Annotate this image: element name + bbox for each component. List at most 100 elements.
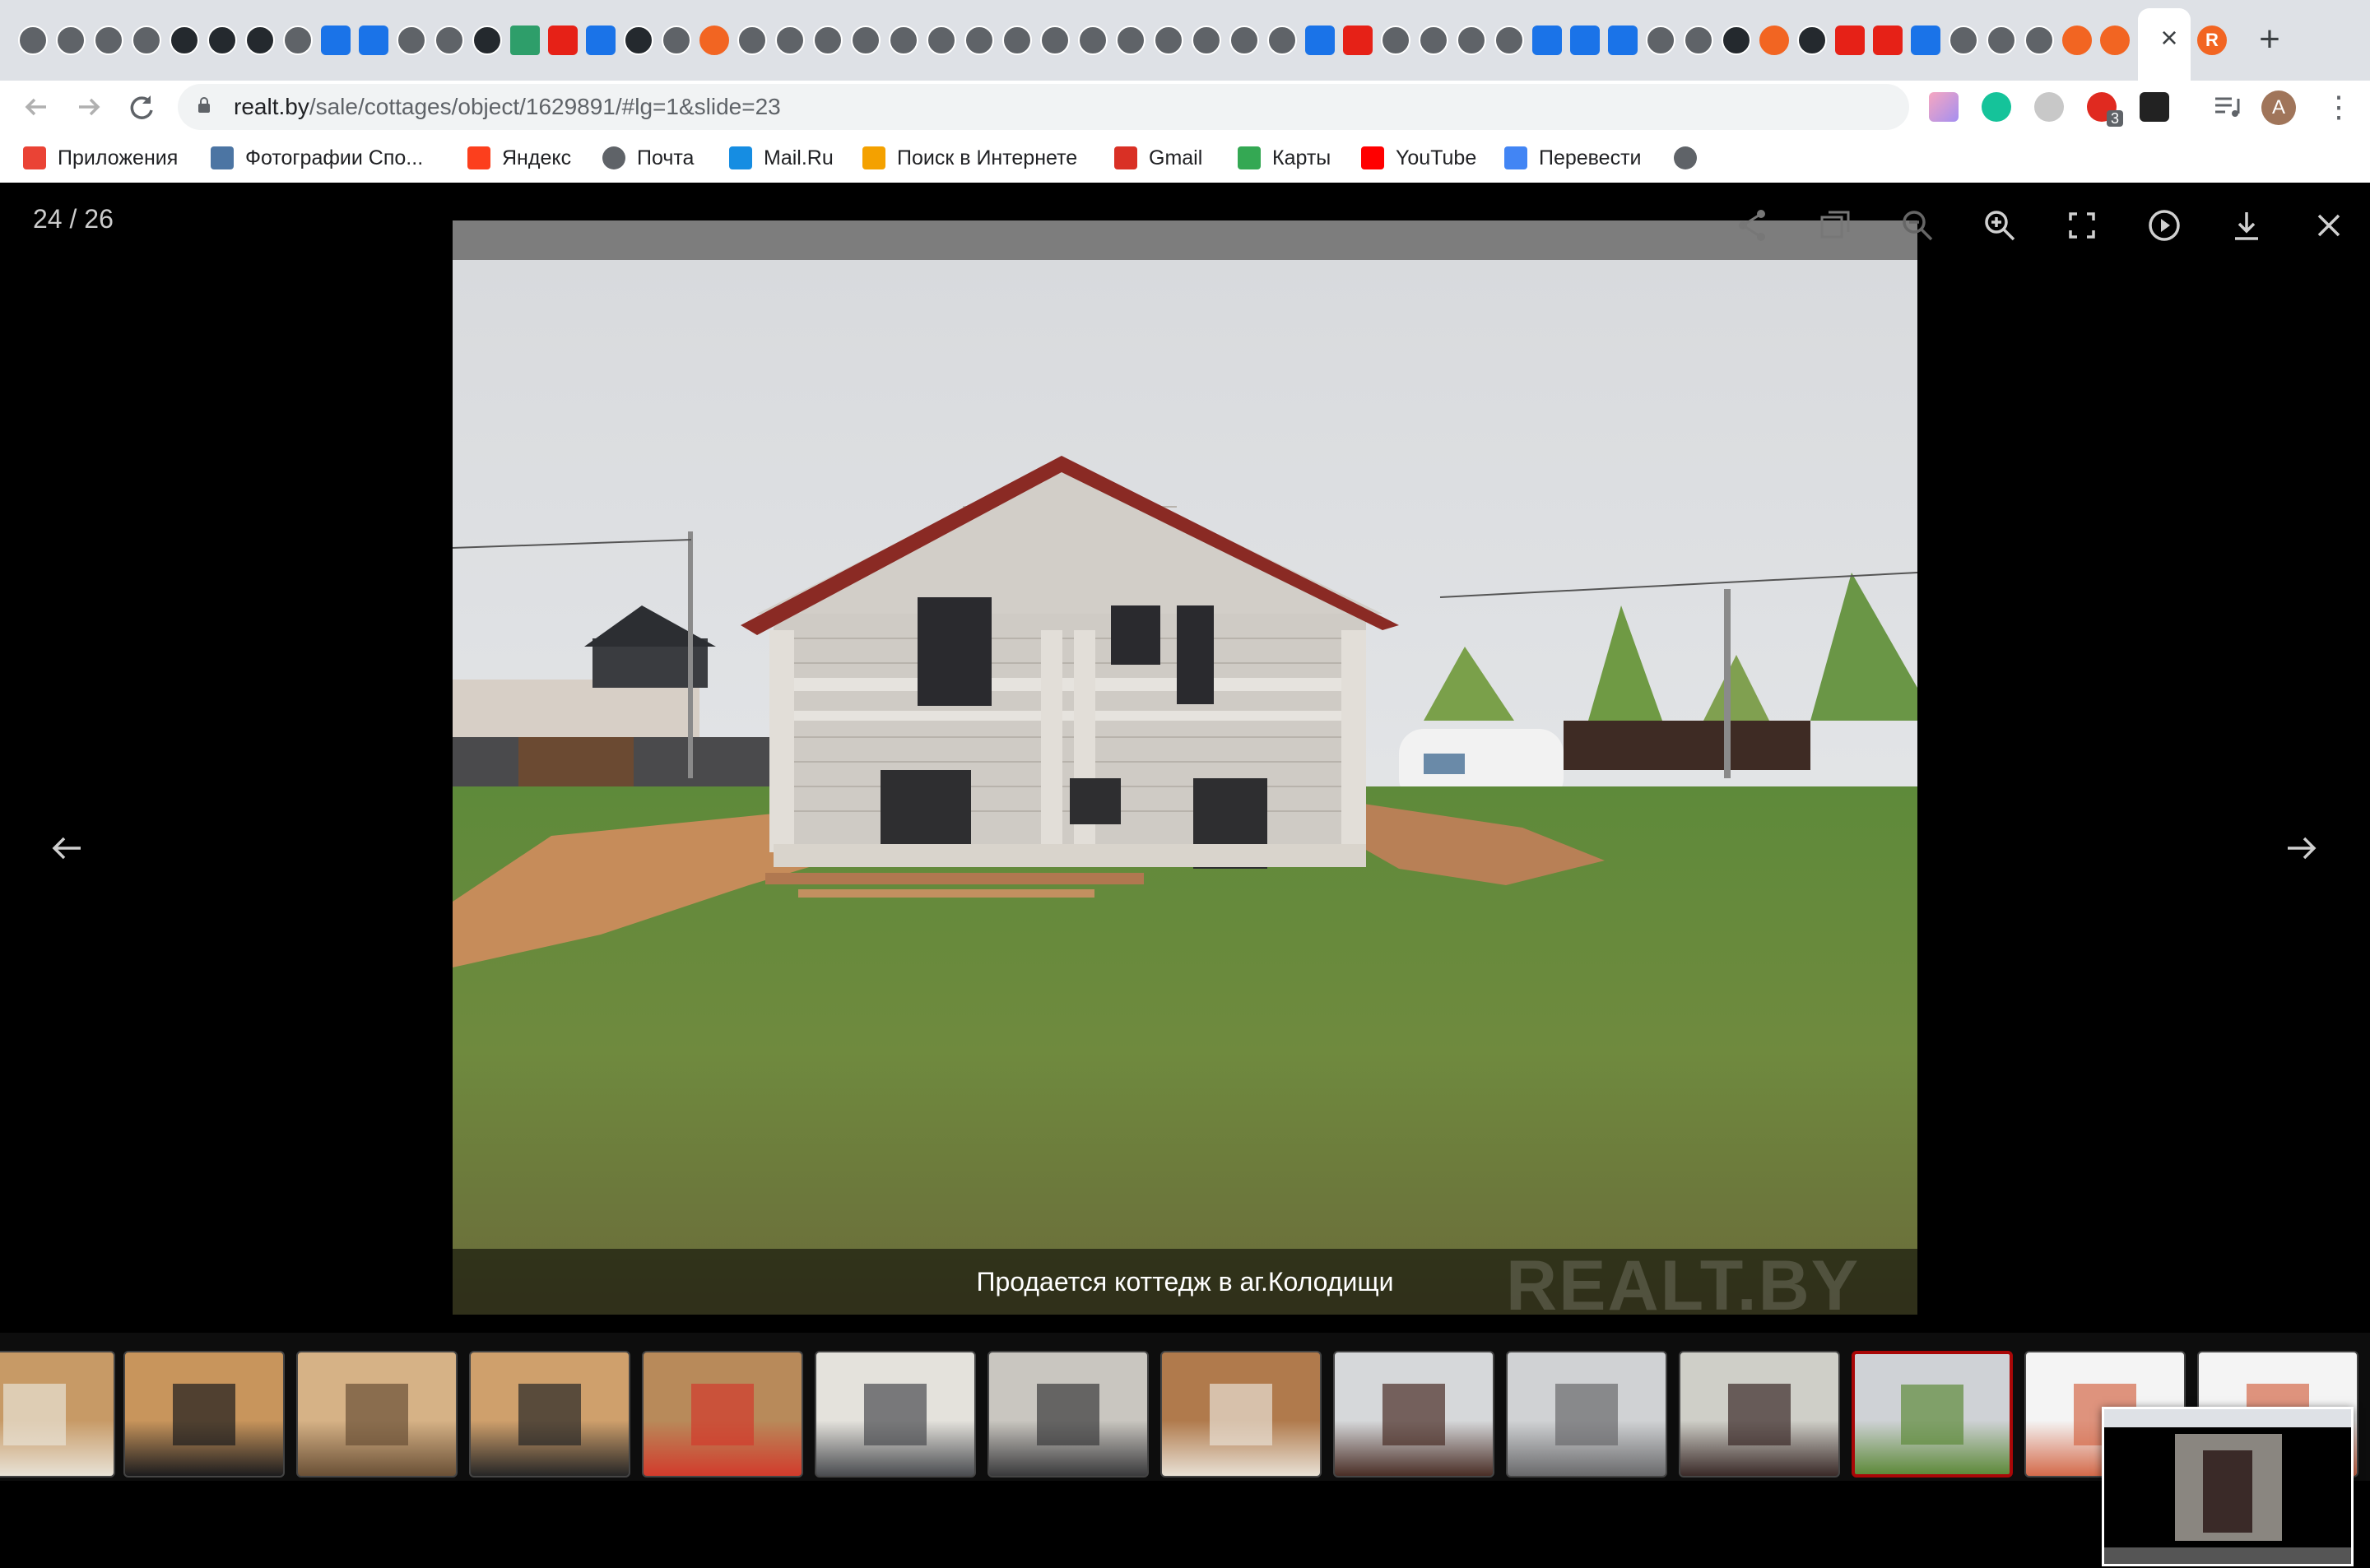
profile-avatar[interactable]: A xyxy=(2261,90,2296,125)
thumbnail-wood-interior-window[interactable] xyxy=(123,1351,285,1478)
thumbnail-gate-door[interactable] xyxy=(1679,1351,1840,1478)
github-tab-icon[interactable] xyxy=(472,26,502,55)
tab-close-icon[interactable]: × xyxy=(2154,23,2184,53)
globe-tab-icon[interactable] xyxy=(927,26,956,55)
globe-tab-icon[interactable] xyxy=(1987,26,2016,55)
media-control-icon[interactable] xyxy=(2212,92,2242,122)
globe-tab-icon[interactable] xyxy=(1949,26,1978,55)
extension-paw-icon[interactable] xyxy=(2034,92,2064,122)
globe-tab-icon[interactable] xyxy=(851,26,881,55)
globe-tab-icon[interactable] xyxy=(1646,26,1675,55)
app-tab-icon[interactable] xyxy=(586,26,616,55)
globe-tab-icon[interactable] xyxy=(1192,26,1221,55)
fullscreen-icon[interactable] xyxy=(2059,202,2105,248)
share-icon[interactable] xyxy=(1730,202,1776,248)
globe-tab-icon[interactable] xyxy=(662,26,691,55)
globe-tab-icon[interactable] xyxy=(56,26,86,55)
globe-tab-icon[interactable] xyxy=(1229,26,1259,55)
globe-tab-icon[interactable] xyxy=(1116,26,1146,55)
youtube-tab-icon[interactable] xyxy=(1835,26,1865,55)
next-arrow-icon[interactable] xyxy=(2281,828,2322,869)
globe-tab-icon[interactable] xyxy=(1457,26,1486,55)
bookmark-item[interactable]: Поиск в Интернете xyxy=(862,141,1077,174)
close-icon[interactable] xyxy=(2306,202,2352,248)
address-bar[interactable]: realt.by/sale/cottages/object/1629891/#l… xyxy=(178,84,2065,130)
globe-tab-icon[interactable] xyxy=(889,26,918,55)
zoom-in-icon[interactable] xyxy=(1977,202,2023,248)
bookmark-item[interactable]: Фотографии Спо... xyxy=(211,141,423,174)
github-tab-icon[interactable] xyxy=(207,26,237,55)
thumbnail-attic-ceiling[interactable] xyxy=(296,1351,458,1478)
play-icon[interactable] xyxy=(2141,202,2187,248)
reload-button[interactable] xyxy=(125,90,158,123)
bookmark-item[interactable]: Mail.Ru xyxy=(729,141,834,174)
app-tab-icon[interactable] xyxy=(321,26,351,55)
bookmark-item[interactable]: Карты xyxy=(1238,141,1331,174)
app-tab-icon[interactable] xyxy=(1608,26,1638,55)
github-tab-icon[interactable] xyxy=(1722,26,1751,55)
app-tab-icon[interactable] xyxy=(510,26,540,55)
globe-tab-icon[interactable] xyxy=(1381,26,1410,55)
globe-tab-icon[interactable] xyxy=(1494,26,1524,55)
app-tab-icon[interactable] xyxy=(359,26,388,55)
bookmark-item[interactable]: Приложения xyxy=(23,141,178,174)
thumbnail-brown-fence[interactable] xyxy=(1333,1351,1494,1478)
globe-tab-icon[interactable] xyxy=(1078,26,1108,55)
realt-tab-icon[interactable] xyxy=(2062,26,2092,55)
youtube-tab-icon[interactable] xyxy=(1343,26,1373,55)
youtube-tab-icon[interactable] xyxy=(1873,26,1903,55)
thumbnail-house-exterior[interactable] xyxy=(1852,1351,2013,1478)
globe-tab-icon[interactable] xyxy=(1040,26,1070,55)
new-tab-button[interactable]: + xyxy=(2252,21,2288,59)
bookmark-item[interactable]: Почта xyxy=(602,141,694,174)
grammarly-icon[interactable] xyxy=(1982,92,2011,122)
github-tab-icon[interactable] xyxy=(624,26,653,55)
globe-tab-icon[interactable] xyxy=(2024,26,2054,55)
globe-tab-icon[interactable] xyxy=(18,26,48,55)
bookmark-item[interactable]: Перевести xyxy=(1504,141,1642,174)
tab-realt[interactable]: R xyxy=(2197,26,2227,55)
prev-arrow-icon[interactable] xyxy=(46,828,87,869)
app-tab-icon[interactable] xyxy=(1305,26,1335,55)
github-tab-icon[interactable] xyxy=(1797,26,1827,55)
globe-tab-icon[interactable] xyxy=(94,26,123,55)
globe-tab-icon[interactable] xyxy=(434,26,464,55)
globe-tab-icon[interactable] xyxy=(397,26,426,55)
globe-tab-icon[interactable] xyxy=(737,26,767,55)
globe-tab-icon[interactable] xyxy=(283,26,313,55)
thumbnail-wood-interior[interactable] xyxy=(0,1351,115,1478)
app-tab-icon[interactable] xyxy=(1911,26,1940,55)
globe-tab-icon[interactable] xyxy=(775,26,805,55)
globe-tab-icon[interactable] xyxy=(1684,26,1713,55)
thumbnail-balcony-door[interactable] xyxy=(988,1351,1149,1478)
browser-menu-icon[interactable]: ⋮ xyxy=(2324,90,2354,123)
globe-tab-icon[interactable] xyxy=(964,26,994,55)
bookmark-item[interactable]: Gmail xyxy=(1114,141,1202,174)
extension-v-icon[interactable] xyxy=(2140,92,2169,122)
app-tab-icon[interactable] xyxy=(1532,26,1562,55)
globe-tab-icon[interactable] xyxy=(132,26,161,55)
extension-gradient-icon[interactable] xyxy=(1929,92,1959,122)
github-tab-icon[interactable] xyxy=(170,26,199,55)
zoom-out-icon[interactable] xyxy=(1894,202,1940,248)
forward-button[interactable] xyxy=(72,90,105,123)
globe-tab-icon[interactable] xyxy=(1154,26,1183,55)
thumbnail-boiler-room[interactable] xyxy=(642,1351,803,1478)
bookmark-item[interactable]: Яндекс xyxy=(467,141,571,174)
github-tab-icon[interactable] xyxy=(245,26,275,55)
thumbnail-white-window[interactable] xyxy=(815,1351,976,1478)
globe-tab-icon[interactable] xyxy=(1419,26,1448,55)
app-tab-icon[interactable] xyxy=(1570,26,1600,55)
bookmark-item[interactable]: YouTube xyxy=(1361,141,1476,174)
thumbnail-gate[interactable] xyxy=(1506,1351,1667,1478)
globe-tab-icon[interactable] xyxy=(813,26,843,55)
globe-tab-icon[interactable] xyxy=(1002,26,1032,55)
globe-tab-icon[interactable] xyxy=(1267,26,1297,55)
realt-tab-icon[interactable] xyxy=(2100,26,2130,55)
download-icon[interactable] xyxy=(2224,202,2270,248)
realt-tab-icon[interactable] xyxy=(1759,26,1789,55)
back-button[interactable] xyxy=(20,90,53,123)
realt-tab-icon[interactable] xyxy=(699,26,729,55)
bookmark-item[interactable] xyxy=(1674,141,1708,174)
thumbnail-bathroom[interactable] xyxy=(1160,1351,1322,1478)
